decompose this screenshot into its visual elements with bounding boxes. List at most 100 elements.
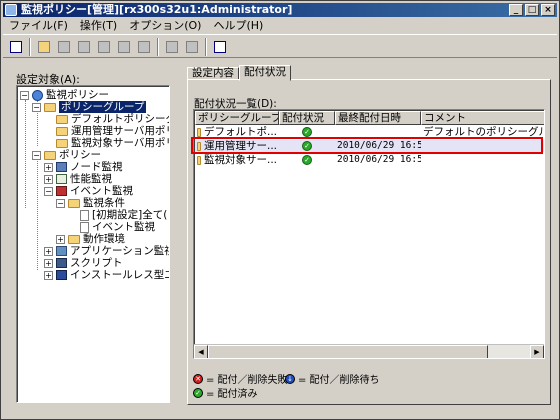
distribution-list[interactable]: ポリシーグループ名 配付状況 最終配付日時 コメント デフォルトポ... ✓ デ… <box>193 109 545 359</box>
node-monitor-icon <box>56 162 67 172</box>
menu-file[interactable]: ファイル(F) <box>3 18 74 34</box>
tree-node-policy[interactable]: − ポリシー <box>32 149 101 161</box>
tree-node-label: イベント監視 <box>70 185 133 197</box>
tab-bar: 設定内容 配付状況 <box>187 65 291 81</box>
folder-open-icon <box>68 198 80 208</box>
cell-last-date: 2010/06/29 16:51:08 <box>337 140 421 151</box>
distributed-check-icon: ✓ <box>302 127 312 137</box>
copy-icon <box>58 41 70 53</box>
agentless-icon <box>56 270 67 280</box>
tree-node-label: ポリシーグループ <box>59 101 147 113</box>
scroll-right-button[interactable]: ▶ <box>530 345 544 358</box>
tree-node-label: ノード監視 <box>70 161 123 173</box>
collapse-icon[interactable]: − <box>32 150 41 160</box>
close-button[interactable]: × <box>541 4 555 16</box>
edit-button[interactable] <box>75 38 93 56</box>
tree-node-perf-monitor[interactable]: + 性能監視 <box>44 173 112 185</box>
tree-node-label: 監視条件 <box>83 197 125 209</box>
perf-monitor-icon <box>56 174 67 184</box>
tree-node-label: 性能監視 <box>70 173 112 185</box>
new-icon <box>38 41 50 53</box>
tree-node-policy-group[interactable]: − ポリシーグループ <box>32 101 147 113</box>
legend-waiting: ↓ = 配付／削除待ち <box>285 371 380 386</box>
tree-line <box>37 158 38 270</box>
expand-icon[interactable]: + <box>44 258 53 268</box>
folder-icon <box>197 155 201 165</box>
distribute-button[interactable] <box>163 38 181 56</box>
copy-button[interactable] <box>55 38 73 56</box>
toolbar-separator <box>205 38 207 56</box>
menu-options[interactable]: オプション(O) <box>123 18 207 34</box>
tree-toggle-button[interactable] <box>7 38 25 56</box>
tree-node-app-monitor[interactable]: + アプリケーション監視 <box>44 245 170 257</box>
tree-node-event-monitor[interactable]: − イベント監視 <box>44 185 133 197</box>
horizontal-scrollbar[interactable]: ◀ ▶ <box>194 344 544 358</box>
tree-node-monitor-conditions[interactable]: − 監視条件 <box>56 197 125 209</box>
group-name-text: 監視対象サー... <box>203 154 277 166</box>
tree-node-label: 監視対象サーバ用ポリシ <box>71 137 169 149</box>
collapse-icon[interactable]: − <box>20 90 29 100</box>
script-icon <box>56 258 67 268</box>
delete-icon <box>138 41 150 53</box>
menu-operation[interactable]: 操作(T) <box>74 18 123 34</box>
maximize-button[interactable]: □ <box>525 4 539 16</box>
cell-group-name: 監視対象サー... <box>195 154 279 166</box>
collapse-icon[interactable]: − <box>44 186 53 196</box>
scroll-thumb[interactable] <box>208 345 488 358</box>
table-row[interactable]: 監視対象サー... ✓ 2010/06/29 16:51:08 <box>195 154 544 166</box>
distributed-check-icon: ✓ <box>193 387 203 398</box>
tree-node-monitored-server[interactable]: 監視対象サーバ用ポリシ <box>56 137 169 149</box>
delete-button[interactable] <box>135 38 153 56</box>
minimize-button[interactable]: _ <box>509 4 523 16</box>
tree-node-default-group[interactable]: デフォルトポリシーグル <box>56 113 169 125</box>
paste-button[interactable] <box>95 38 113 56</box>
tree-node-label: アプリケーション監視 <box>70 245 170 257</box>
document-icon <box>80 221 89 233</box>
toolbar-separator <box>157 38 159 56</box>
refresh-button[interactable] <box>183 38 201 56</box>
tree-node-label: 動作環境 <box>83 233 125 245</box>
app-icon <box>5 4 17 16</box>
table-row[interactable]: デフォルトポ... ✓ デフォルトのポリシーグループ <box>195 126 544 138</box>
tree-node-ops-server[interactable]: 運用管理サーバ用ポリシ <box>56 125 169 137</box>
expand-icon[interactable]: + <box>56 234 65 244</box>
expand-icon[interactable]: + <box>44 270 53 280</box>
expand-icon[interactable]: + <box>44 162 53 172</box>
tree-node-script[interactable]: + スクリプト <box>44 257 123 269</box>
list-header: ポリシーグループ名 配付状況 最終配付日時 コメント <box>195 111 544 125</box>
expand-icon[interactable]: + <box>44 174 53 184</box>
folder-icon <box>68 234 80 244</box>
folder-open-icon <box>44 150 56 160</box>
column-header-group-name[interactable]: ポリシーグループ名 <box>195 111 279 125</box>
column-header-last-date[interactable]: 最終配付日時 <box>335 111 421 125</box>
distributed-check-icon: ✓ <box>302 155 312 165</box>
scroll-left-button[interactable]: ◀ <box>194 345 208 358</box>
tab-distribution-status[interactable]: 配付状況 <box>239 65 291 81</box>
tree-line <box>25 100 26 208</box>
menu-help[interactable]: ヘルプ(H) <box>207 18 269 34</box>
collapse-icon[interactable]: − <box>56 198 65 208</box>
tree-node-root[interactable]: − 監視ポリシー <box>20 89 109 101</box>
new-button[interactable] <box>35 38 53 56</box>
policy-tree[interactable]: − 監視ポリシー − ポリシーグループ デフォルトポリシーグル 運用管理サーバ用… <box>16 85 170 403</box>
expand-icon[interactable]: + <box>44 246 53 256</box>
table-row[interactable]: 運用管理サー... ✓ 2010/06/29 16:51:08 <box>195 140 544 152</box>
tree-node-agentless[interactable]: + インストールレス型エー <box>44 269 169 281</box>
paste-icon <box>98 41 110 53</box>
tree-node-event-monitor-child[interactable]: イベント監視 <box>80 221 155 233</box>
policy-window: 監視ポリシー[管理][rx300s32u1:Administrator] _ □… <box>0 0 560 420</box>
column-header-status[interactable]: 配付状況 <box>279 111 335 125</box>
tree-node-initial-setting[interactable]: [初期設定]全て( <box>80 209 167 221</box>
tree-node-action-env[interactable]: + 動作環境 <box>56 233 125 245</box>
collapse-icon[interactable]: − <box>32 102 41 112</box>
column-header-comment[interactable]: コメント <box>421 111 544 125</box>
cell-comment <box>421 154 544 166</box>
tree-node-label: イベント監視 <box>92 221 155 233</box>
duplicate-button[interactable] <box>115 38 133 56</box>
event-monitor-icon <box>56 186 67 196</box>
tree-node-node-monitor[interactable]: + ノード監視 <box>44 161 123 173</box>
tree-node-label: デフォルトポリシーグル <box>71 113 169 125</box>
legend-failed: ✕ = 配付／削除失敗 <box>193 371 288 386</box>
properties-button[interactable] <box>211 38 229 56</box>
toolbar-separator <box>29 38 31 56</box>
